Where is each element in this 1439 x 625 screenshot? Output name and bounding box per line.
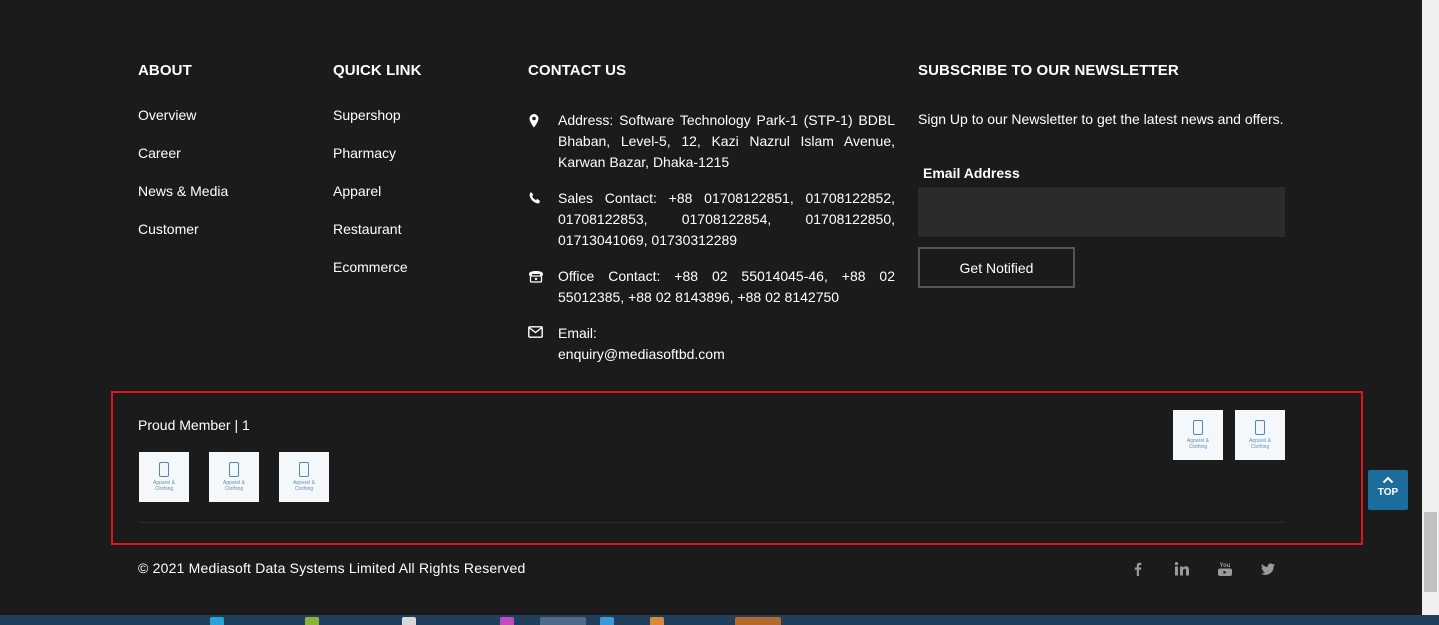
taskbar-app-icon[interactable] [210, 617, 224, 625]
taskbar-app-icon[interactable] [600, 617, 614, 625]
telephone-icon [528, 269, 544, 285]
proud-member-title: Proud Member | 1 [138, 417, 250, 433]
member-logo-caption: Apparel & Clothing [153, 480, 175, 492]
quick-link-restaurant[interactable]: Restaurant [333, 220, 408, 258]
chevron-up-icon [1368, 470, 1408, 485]
quick-link-supershop[interactable]: Supershop [333, 106, 408, 144]
member-logo[interactable]: Apparel & Clothing [209, 452, 259, 502]
svg-text:You: You [1220, 563, 1231, 569]
phone-logo-icon [299, 462, 309, 477]
about-title: ABOUT [138, 62, 192, 79]
contact-email-label: Email: [558, 325, 597, 341]
facebook-icon[interactable] [1130, 561, 1146, 577]
newsletter-description: Sign Up to our Newsletter to get the lat… [918, 111, 1284, 127]
site-footer: ABOUT Overview Career News & Media Custo… [0, 0, 1422, 615]
copyright-text: © 2021 Mediasoft Data Systems Limited Al… [138, 560, 526, 576]
youtube-icon[interactable]: You [1217, 561, 1233, 577]
get-notified-button[interactable]: Get Notified [918, 247, 1075, 288]
contact-title: CONTACT US [528, 62, 627, 79]
about-link-career[interactable]: Career [138, 144, 228, 182]
about-link-customer[interactable]: Customer [138, 220, 228, 258]
contact-email-link[interactable]: enquiry@mediasoftbd.com [558, 346, 725, 362]
contact-email: Email: enquiry@mediasoftbd.com [528, 323, 895, 365]
twitter-icon[interactable] [1260, 561, 1276, 577]
member-logo[interactable]: Apparel & Clothing [1173, 410, 1223, 460]
newsletter-title: SUBSCRIBE TO OUR NEWSLETTER [918, 62, 1179, 79]
member-logo-caption: Apparel & Clothing [223, 480, 245, 492]
quick-link-ecommerce[interactable]: Ecommerce [333, 258, 408, 296]
email-address-label: Email Address [923, 165, 1020, 181]
contact-address-text: Address: Software Technology Park-1 (STP… [558, 112, 895, 170]
taskbar-app-icon[interactable] [735, 617, 781, 625]
phone-logo-icon [229, 462, 239, 477]
footer-divider [138, 522, 1285, 523]
quick-links: Supershop Pharmacy Apparel Restaurant Ec… [333, 106, 408, 296]
taskbar-app-icon[interactable] [540, 617, 586, 625]
member-logo-caption: Apparel & Clothing [1249, 438, 1271, 450]
contact-office-text: Office Contact: +88 02 55014045-46, +88 … [558, 268, 895, 305]
contact-details: Address: Software Technology Park-1 (STP… [528, 110, 895, 365]
about-link-overview[interactable]: Overview [138, 106, 228, 144]
back-to-top-label: TOP [1377, 487, 1399, 498]
member-logo[interactable]: Apparel & Clothing [279, 452, 329, 502]
about-links: Overview Career News & Media Customer [138, 106, 228, 258]
member-logo[interactable]: Apparel & Clothing [1235, 410, 1285, 460]
phone-logo-icon [1193, 420, 1203, 435]
envelope-icon [528, 326, 544, 342]
quick-link-title: QUICK LINK [333, 62, 422, 79]
map-pin-icon [528, 113, 544, 129]
member-logo[interactable]: Apparel & Clothing [139, 452, 189, 502]
taskbar-app-icon[interactable] [500, 617, 514, 625]
os-taskbar [0, 615, 1439, 625]
member-logo-caption: Apparel & Clothing [293, 480, 315, 492]
contact-address: Address: Software Technology Park-1 (STP… [528, 110, 895, 188]
scrollbar-thumb[interactable] [1424, 512, 1437, 592]
member-logo-caption: Apparel & Clothing [1187, 438, 1209, 450]
linkedin-icon[interactable] [1174, 561, 1190, 577]
quick-link-pharmacy[interactable]: Pharmacy [333, 144, 408, 182]
about-link-news-media[interactable]: News & Media [138, 182, 228, 220]
phone-logo-icon [1255, 420, 1265, 435]
newsletter-email-input[interactable] [918, 187, 1285, 237]
phone-logo-icon [159, 462, 169, 477]
taskbar-app-icon[interactable] [305, 617, 319, 625]
phone-icon [528, 191, 544, 207]
back-to-top-button[interactable]: TOP [1368, 470, 1408, 510]
contact-sales-text: Sales Contact: +88 01708122851, 01708122… [558, 190, 895, 248]
contact-sales: Sales Contact: +88 01708122851, 01708122… [528, 188, 895, 266]
quick-link-apparel[interactable]: Apparel [333, 182, 408, 220]
taskbar-app-icon[interactable] [402, 617, 416, 625]
page-scrollbar[interactable] [1422, 0, 1439, 615]
taskbar-app-icon[interactable] [650, 617, 664, 625]
contact-office: Office Contact: +88 02 55014045-46, +88 … [528, 266, 895, 323]
